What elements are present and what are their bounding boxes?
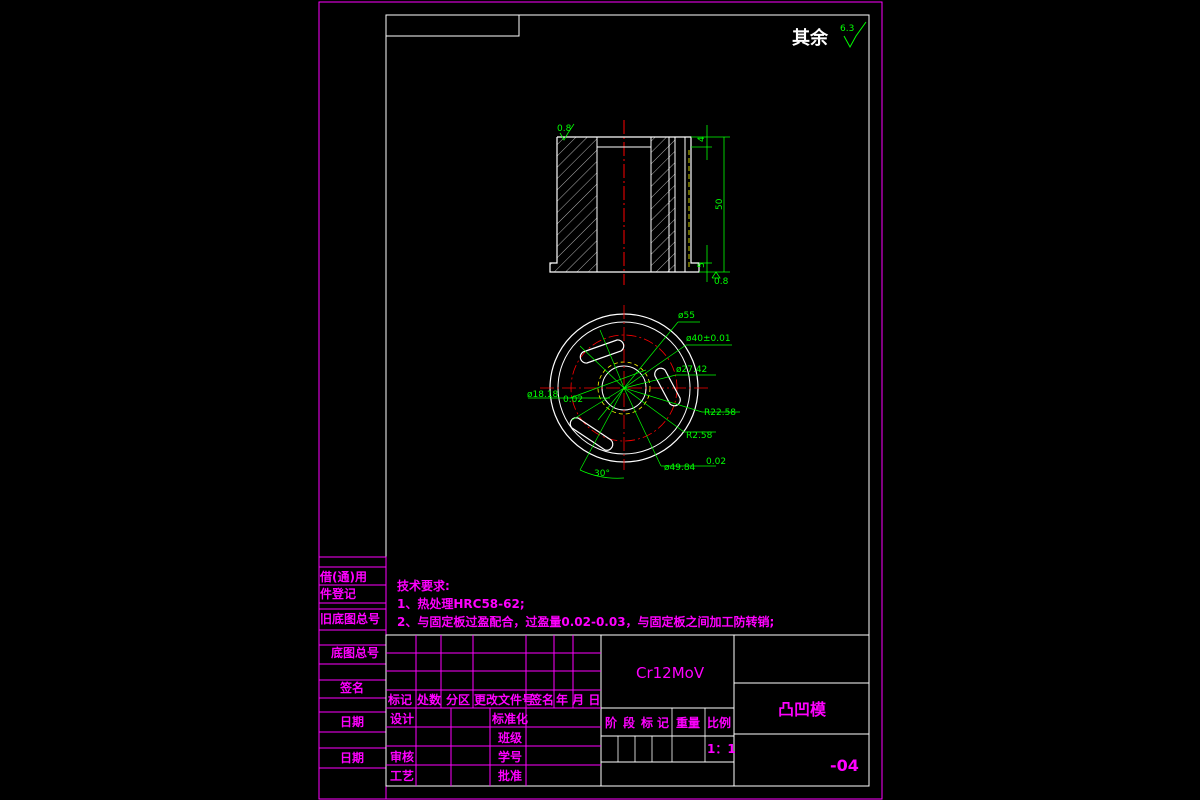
- svg-text:批准: 批准: [498, 768, 522, 783]
- svg-text:ø55: ø55: [678, 311, 695, 321]
- svg-text:50: 50: [715, 198, 725, 210]
- svg-text:件登记: 件登记: [320, 586, 356, 601]
- svg-text:ø18.18: ø18.18: [527, 390, 559, 400]
- drawing-number: -04: [830, 756, 859, 775]
- svg-text:签名: 签名: [529, 692, 554, 707]
- surface-note: 其余 6.3: [792, 21, 867, 49]
- svg-text:0.02: 0.02: [706, 457, 726, 467]
- svg-text:4: 4: [697, 136, 707, 142]
- left-strip: 借(通)用 件登记 旧底图总号 底图总号 签名 日期 日期: [318, 556, 387, 800]
- corner-box: [385, 14, 520, 37]
- svg-text:标: 标: [640, 715, 653, 730]
- svg-text:年 月 日: 年 月 日: [556, 692, 600, 707]
- svg-text:ø49.84: ø49.84: [664, 463, 696, 473]
- svg-text:6.3: 6.3: [840, 24, 854, 34]
- svg-text:其余: 其余: [792, 27, 829, 49]
- svg-text:R2.58: R2.58: [686, 431, 713, 441]
- svg-text:班级: 班级: [498, 730, 522, 745]
- svg-text:重量: 重量: [676, 715, 700, 730]
- svg-text:更改文件号: 更改文件号: [474, 692, 534, 707]
- svg-text:1、热处理HRC58-62;: 1、热处理HRC58-62;: [397, 596, 525, 611]
- svg-text:借(通)用: 借(通)用: [319, 569, 367, 584]
- section-view: 0.8 0.8 4 50 5: [549, 120, 730, 287]
- svg-text:0.8: 0.8: [557, 124, 572, 134]
- cad-drawing: 其余 6.3 0.8 0.8 4 50 5 ø55 ø40±0.01 ø27.4…: [318, 1, 883, 800]
- svg-text:设计: 设计: [390, 711, 414, 726]
- svg-text:日期: 日期: [340, 714, 364, 729]
- svg-text:段: 段: [623, 715, 636, 730]
- svg-text:阶: 阶: [605, 715, 618, 730]
- svg-text:1：1: 1：1: [707, 742, 736, 756]
- material: Cr12MoV: [636, 664, 705, 682]
- title-block: 标记 处数 分区 更改文件号 签名 年 月 日 设计 标准化 班级 审核 学号 …: [385, 634, 870, 787]
- svg-text:标记: 标记: [387, 692, 412, 707]
- svg-text:0.02: 0.02: [563, 395, 583, 405]
- svg-text:30°: 30°: [594, 469, 610, 479]
- svg-text:记: 记: [657, 716, 669, 730]
- svg-text:签名: 签名: [339, 680, 364, 695]
- svg-text:R22.58: R22.58: [704, 408, 736, 418]
- svg-text:技术要求:: 技术要求:: [397, 578, 450, 593]
- part-name: 凸凹模: [778, 700, 827, 719]
- svg-text:审核: 审核: [390, 749, 414, 764]
- svg-text:学号: 学号: [498, 749, 522, 764]
- svg-text:日期: 日期: [340, 750, 364, 765]
- plan-view: ø55 ø40±0.01 ø27.42 ø18.18 0.02 R22.58 R…: [527, 305, 740, 479]
- svg-text:分区: 分区: [446, 692, 470, 707]
- svg-text:2、与固定板过盈配合，过盈量0.02-0.03，与固定板之间: 2、与固定板过盈配合，过盈量0.02-0.03，与固定板之间加工防转销;: [397, 614, 774, 629]
- svg-text:ø40±0.01: ø40±0.01: [686, 334, 731, 344]
- tech-requirements: 技术要求: 1、热处理HRC58-62; 2、与固定板过盈配合，过盈量0.02-…: [397, 578, 774, 629]
- svg-text:旧底图总号: 旧底图总号: [320, 611, 380, 626]
- svg-text:5: 5: [697, 262, 707, 268]
- svg-text:0.8: 0.8: [714, 277, 729, 287]
- svg-text:ø27.42: ø27.42: [676, 365, 707, 375]
- svg-text:标准化: 标准化: [491, 711, 528, 726]
- drawing-frame: [385, 14, 870, 787]
- svg-text:工艺: 工艺: [390, 768, 414, 783]
- svg-text:处数: 处数: [416, 692, 442, 707]
- svg-text:底图总号: 底图总号: [331, 645, 379, 660]
- svg-text:比例: 比例: [707, 715, 731, 730]
